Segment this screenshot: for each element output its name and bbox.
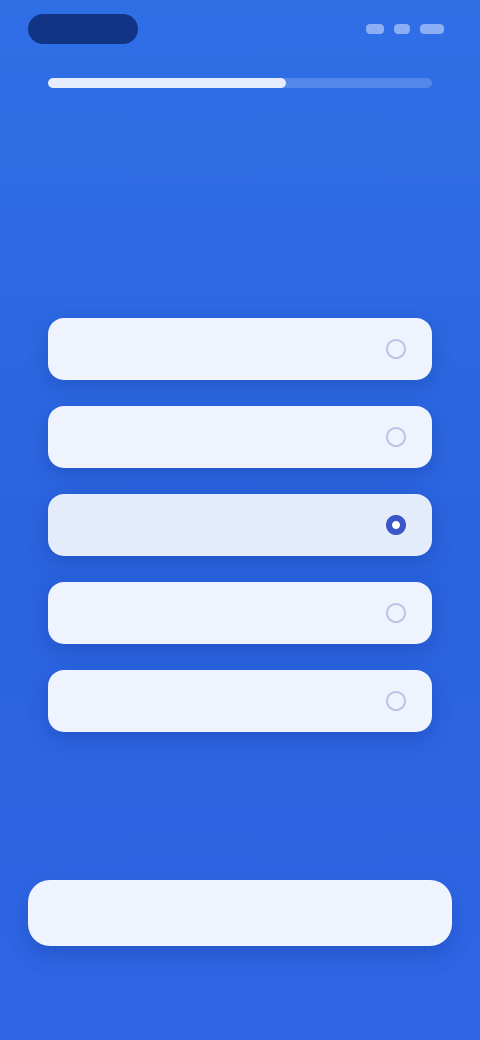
option-1[interactable]	[48, 318, 432, 380]
radio-icon	[386, 603, 406, 623]
radio-icon	[386, 339, 406, 359]
option-2[interactable]	[48, 406, 432, 468]
dynamic-island	[28, 14, 138, 44]
radio-checked-icon	[386, 515, 406, 535]
continue-button[interactable]	[28, 880, 452, 946]
signal-icon	[366, 24, 384, 34]
wifi-icon	[394, 24, 410, 34]
option-4[interactable]	[48, 582, 432, 644]
radio-icon	[386, 427, 406, 447]
radio-icon	[386, 691, 406, 711]
status-icons	[364, 22, 444, 36]
option-5[interactable]	[48, 670, 432, 732]
status-bar	[0, 0, 480, 60]
options-list	[48, 318, 432, 732]
option-3[interactable]	[48, 494, 432, 556]
progress-fill	[48, 78, 287, 88]
progress-bar	[48, 78, 432, 88]
battery-icon	[420, 24, 444, 34]
